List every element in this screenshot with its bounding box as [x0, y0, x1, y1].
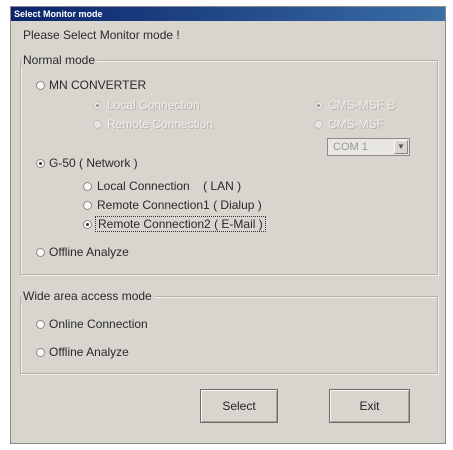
window-title: Select Monitor mode	[11, 7, 445, 21]
g50-network-label: G-50 ( Network )	[49, 156, 138, 170]
g50-network-radio[interactable]	[36, 159, 45, 168]
mn-option-b-label: CMS-MSF	[328, 117, 384, 131]
wide-offline-analyze-radio[interactable]	[36, 348, 45, 357]
g50-local-connection-label: Local Connection ( LAN )	[97, 179, 242, 193]
wide-area-mode-label: Wide area access mode	[21, 289, 154, 303]
wide-offline-analyze-label: Offline Analyze	[49, 345, 129, 359]
normal-offline-analyze-radio[interactable]	[36, 248, 45, 257]
select-monitor-mode-dialog: Select Monitor mode Please Select Monito…	[10, 6, 446, 444]
select-button[interactable]: Select	[200, 389, 278, 423]
g50-remote-connection1-radio[interactable]	[83, 201, 92, 210]
normal-mode-label: Normal mode	[21, 53, 98, 67]
mn-remote-connection-label: Remote Connection	[107, 117, 214, 131]
online-connection-radio[interactable]	[36, 320, 45, 329]
prompt-text: Please Select Monitor mode !	[23, 28, 180, 42]
exit-button[interactable]: Exit	[329, 389, 410, 423]
online-connection-label: Online Connection	[49, 317, 148, 331]
mn-local-connection-radio[interactable]	[93, 101, 102, 110]
wide-area-mode-group	[20, 296, 438, 374]
g50-remote-connection1-label: Remote Connection1 ( Dialup )	[97, 198, 262, 212]
mn-option-a-label: CMS-MSF B	[328, 98, 396, 112]
mn-option-b-radio[interactable]	[314, 120, 323, 129]
g50-remote-connection2-label: Remote Connection2 ( E-Mail )	[95, 216, 266, 232]
mn-local-connection-label: Local Connection	[107, 98, 200, 112]
mn-converter-label: MN CONVERTER	[49, 78, 147, 92]
mn-remote-connection-radio[interactable]	[93, 120, 102, 129]
g50-local-connection-radio[interactable]	[83, 182, 92, 191]
chevron-down-icon[interactable]: ▼	[394, 140, 408, 154]
com-port-value: COM 1	[333, 141, 368, 153]
normal-offline-analyze-label: Offline Analyze	[49, 245, 129, 259]
com-port-select[interactable]: COM 1 ▼	[327, 138, 410, 156]
mn-converter-radio[interactable]	[36, 81, 45, 90]
mn-option-a-radio[interactable]	[314, 101, 323, 110]
g50-remote-connection2-radio[interactable]	[83, 220, 92, 229]
